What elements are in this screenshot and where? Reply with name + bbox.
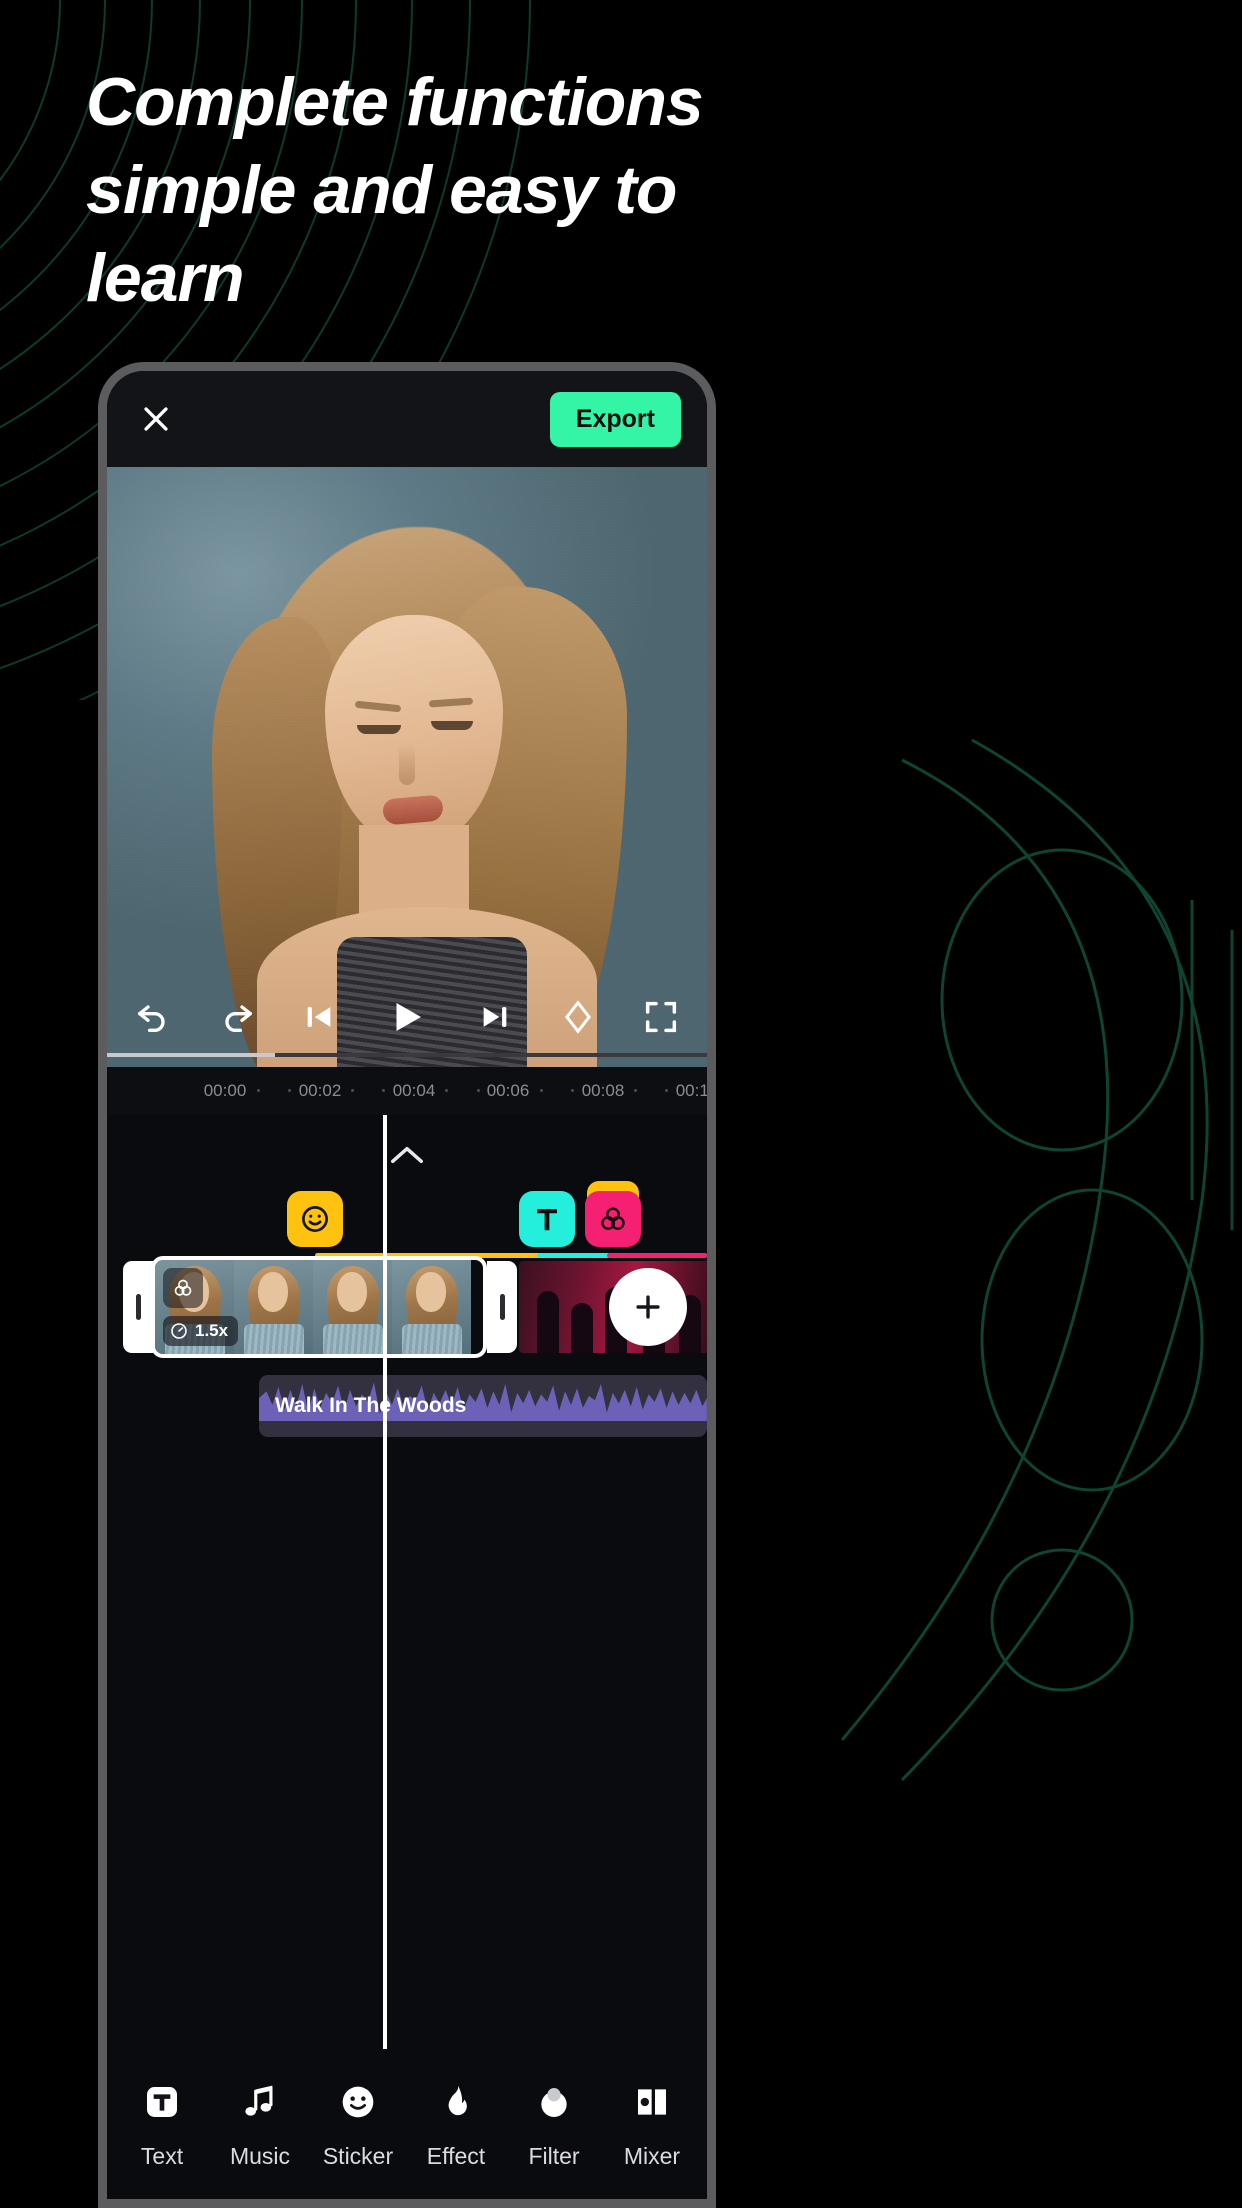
nav-item-text[interactable]: Text <box>113 2079 211 2170</box>
nav-label: Filter <box>528 2142 580 2169</box>
nav-item-music[interactable]: Music <box>211 2079 309 2170</box>
undo-icon[interactable] <box>133 997 173 1037</box>
clip-trim-handle-left[interactable] <box>123 1261 153 1353</box>
filter-sphere-icon <box>531 2079 577 2125</box>
chevron-up-icon[interactable] <box>388 1143 426 1172</box>
export-button[interactable]: Export <box>549 391 681 447</box>
video-track[interactable]: 1.5x <box>107 1256 707 1358</box>
selected-video-clip[interactable]: 1.5x <box>151 1256 487 1358</box>
close-icon[interactable] <box>133 396 179 442</box>
app-screen: Export 00:00 00:02 00:04 00:06 00:08 00:… <box>107 371 707 2199</box>
music-note-icon <box>237 2079 283 2125</box>
phone-mockup: Export 00:00 00:02 00:04 00:06 00:08 00:… <box>98 362 716 2208</box>
fullscreen-icon[interactable] <box>641 997 681 1037</box>
bottom-toolbar: Text Music Sticker Effect Filter Mixer <box>107 2049 707 2199</box>
smiley-icon <box>302 1206 328 1232</box>
speedometer-icon <box>171 1323 187 1339</box>
video-preview[interactable] <box>107 467 707 1067</box>
app-header: Export <box>107 371 707 467</box>
nav-item-mixer[interactable]: Mixer <box>603 2079 701 2170</box>
nav-item-effect[interactable]: Effect <box>407 2079 505 2170</box>
play-icon[interactable] <box>386 996 428 1038</box>
text-badge[interactable] <box>519 1191 575 1247</box>
ruler-tick: 00:02 <box>298 1081 342 1100</box>
smiley-icon <box>335 2079 381 2125</box>
filter-track-line[interactable] <box>607 1253 707 1258</box>
nav-item-filter[interactable]: Filter <box>505 2079 603 2170</box>
ruler-tick: 00:00 <box>203 1081 247 1100</box>
ruler-tick: 00:10 <box>675 1081 716 1100</box>
timeline-panel[interactable]: 1.5x Walk In The Woods <box>107 1115 707 2049</box>
nav-label: Music <box>229 2142 291 2169</box>
thumbnail <box>392 1260 471 1354</box>
timeline-ruler[interactable]: 00:00 00:02 00:04 00:06 00:08 00:10 <box>107 1067 707 1115</box>
flame-icon <box>433 2079 479 2125</box>
nav-label: Effect <box>426 2142 486 2169</box>
clip-speed-label: 1.5x <box>195 1321 229 1340</box>
audio-track[interactable]: Walk In The Woods <box>259 1375 707 1437</box>
playhead[interactable] <box>383 1115 387 2049</box>
clip-filter-indicator[interactable] <box>163 1268 203 1308</box>
arc-bottom-right-text-icon <box>840 738 1234 1782</box>
filter-badge[interactable] <box>585 1191 641 1247</box>
plus-icon <box>636 1295 660 1319</box>
player-controls <box>107 977 707 1057</box>
ruler-tick: 00:06 <box>486 1081 530 1100</box>
thumbnail <box>234 1260 313 1354</box>
audio-track-title: Walk In The Woods <box>275 1394 467 1417</box>
playback-progress[interactable] <box>107 1053 707 1057</box>
skip-next-icon[interactable] <box>478 1000 512 1034</box>
page-title: Complete functions simple and easy to le… <box>86 64 704 316</box>
nav-item-sticker[interactable]: Sticker <box>309 2079 407 2170</box>
thumbnail <box>313 1260 392 1354</box>
mixer-icon <box>629 2079 675 2125</box>
skip-previous-icon[interactable] <box>302 1000 336 1034</box>
filter-circles-icon <box>601 1207 625 1230</box>
text-t-icon <box>537 1209 557 1231</box>
filter-circles-icon <box>174 1279 192 1296</box>
ruler-tick: 00:04 <box>392 1081 436 1100</box>
nav-label: Text <box>140 2142 184 2169</box>
text-t-icon <box>139 2079 185 2125</box>
poster-canvas: Complete functions simple and easy to le… <box>0 0 1242 2208</box>
clip-trim-handle-right[interactable] <box>487 1261 517 1353</box>
nav-label: Mixer <box>623 2142 681 2169</box>
keyframe-diamond-icon[interactable] <box>559 998 597 1036</box>
redo-icon[interactable] <box>217 997 257 1037</box>
clip-speed-indicator[interactable]: 1.5x <box>163 1316 239 1346</box>
ruler-tick: 00:08 <box>581 1081 625 1100</box>
add-clip-button[interactable] <box>609 1268 687 1346</box>
sticker-badge[interactable] <box>287 1191 343 1247</box>
nav-label: Sticker <box>322 2142 394 2169</box>
